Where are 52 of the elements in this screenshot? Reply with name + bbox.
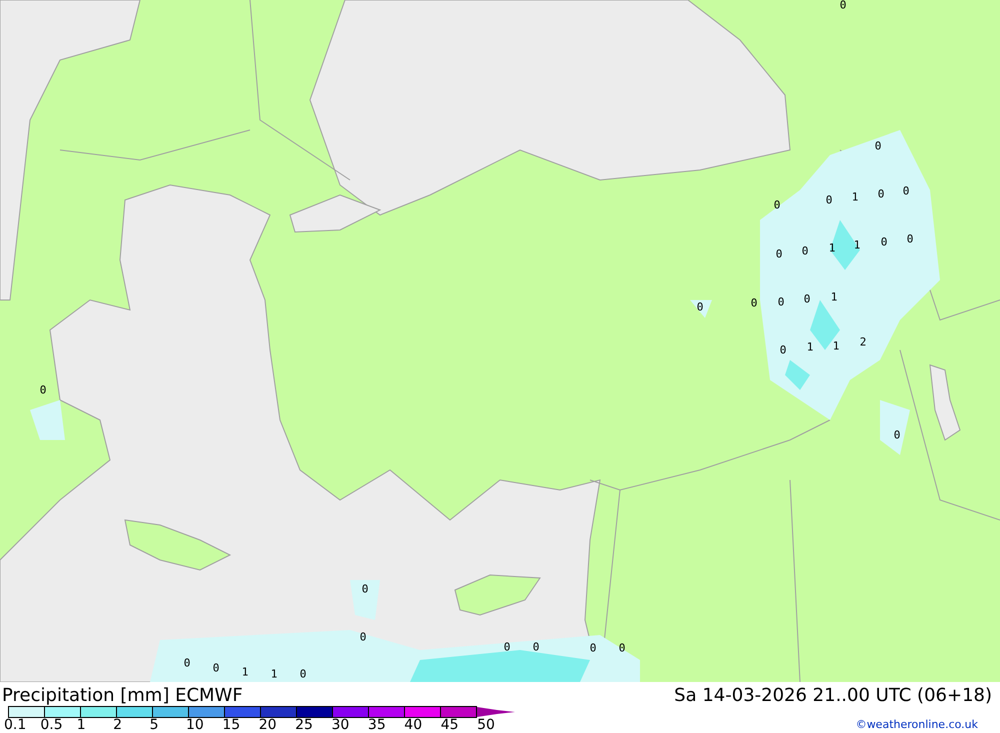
precip-value: 2 [860,336,866,348]
precip-value: 0 [362,584,368,594]
precip-value: 0 [360,632,366,642]
precip-value: 0 [40,384,46,396]
scale-label: 5 [150,718,160,732]
precip-value: 1 [270,668,278,680]
scale-label: 0.5 [40,718,64,732]
precip-value: 0 [300,668,306,680]
precip-value: 0 [696,302,704,312]
scale-label: 1 [76,718,87,732]
scale-label: 2 [113,718,124,732]
scale-label: 30 [332,718,350,732]
precip-value: 0 [532,642,540,652]
scale-label: 40 [404,718,424,732]
precip-value: 0 [778,296,784,308]
precip-value: 0 [826,194,832,206]
precip-value: 0 [504,642,510,652]
precip-value: 1 [242,666,248,678]
precip-value: 0 [776,248,782,260]
precip-value: 0 [750,298,758,308]
scale-label: 25 [295,718,314,732]
scale-label: 15 [222,718,242,732]
scale-label: 50 [477,718,496,732]
precip-value: 0 [802,246,808,256]
precip-value: 1 [852,192,858,202]
precip-value: 0 [590,642,596,654]
precip-value: 0 [878,188,884,200]
precip-value: 0 [874,140,882,152]
scale-label: 10 [186,718,205,732]
scale-label: 20 [258,718,278,732]
scale-label: 45 [440,718,460,732]
precip-value: 0 [804,294,810,304]
precip-value: 0 [880,236,888,248]
precip-value: 1 [830,292,838,302]
map-title: Precipitation [mm] ECMWF [2,684,243,706]
valid-time: Sa 14-03-2026 21..00 UTC (06+18) [674,684,992,706]
precip-value: 0 [774,200,780,210]
precip-value: 0 [780,344,786,356]
precip-value: 0 [618,642,626,654]
precip-value: 0 [906,234,914,244]
precip-value: 1 [854,240,860,250]
precip-value: 0 [840,0,846,10]
scale-label: 35 [368,718,387,732]
credit-link[interactable]: ©weatheronline.co.uk [856,718,1000,731]
precip-value: 1 [828,242,836,254]
precip-value: 0 [184,658,190,668]
precip-value: 0 [902,186,910,196]
precip-value: 0 [212,662,220,674]
precip-value: 1 [806,342,814,352]
precip-value: 1 [832,340,840,352]
precip-value: 0 [894,430,900,440]
scale-label: 0.1 [4,718,28,732]
